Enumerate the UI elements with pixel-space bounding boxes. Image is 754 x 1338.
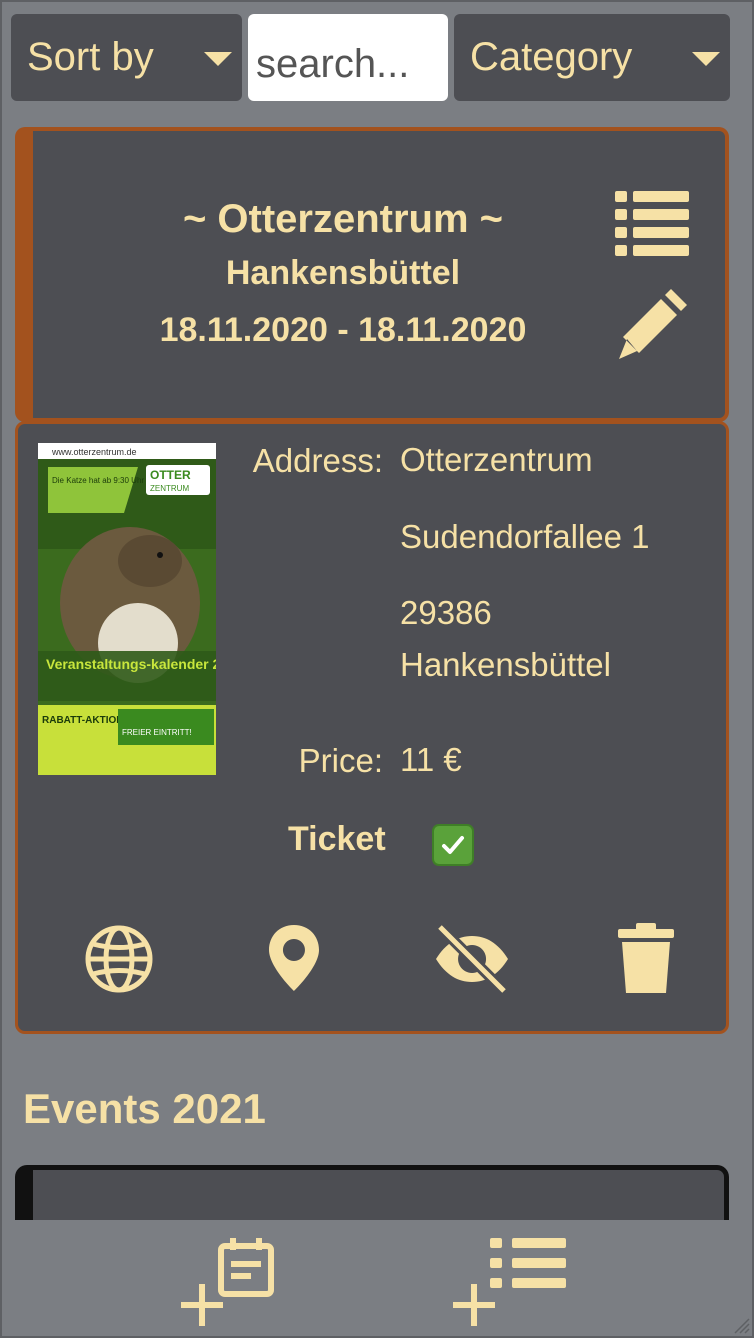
resize-grip-icon[interactable] [731, 1315, 751, 1335]
price-label: Price: [298, 742, 383, 779]
chevron-down-icon [692, 52, 720, 66]
globe-icon[interactable] [79, 919, 159, 999]
map-pin-icon[interactable] [254, 919, 334, 999]
poster-promo-right: FREIER EINTRITT! [122, 728, 192, 737]
event-title: ~ Otterzentrum ~ [182, 197, 504, 241]
ticket-checkbox[interactable] [432, 824, 474, 866]
poster-logo-bottom: ZENTRUM [150, 484, 189, 493]
ticket-label: Ticket [288, 820, 386, 858]
address-line-1: Otterzentrum [400, 441, 593, 478]
poster-url: www.otterzentrum.de [51, 447, 137, 457]
address-label: Address: [252, 442, 383, 479]
search-input[interactable] [248, 14, 448, 101]
chevron-down-icon [204, 52, 232, 66]
address-line-3: 29386 [400, 594, 492, 631]
add-calendar-icon[interactable] [178, 1234, 278, 1334]
sort-by-select[interactable]: Sort by [11, 14, 242, 101]
pencil-icon[interactable] [615, 283, 695, 363]
list-icon[interactable] [613, 185, 693, 265]
trash-icon[interactable] [606, 919, 686, 999]
poster-calendar-title: Veranstaltungs-kalender 2020 [46, 656, 216, 672]
address-line-2: Sudendorfallee 1 [400, 518, 650, 555]
section-title: Events 2021 [23, 1085, 266, 1132]
price-value: 11 € [400, 741, 462, 778]
eye-slash-icon[interactable] [432, 919, 512, 999]
event-detail-card: www.otterzentrum.de Die Katze hat ab 9:3… [15, 421, 729, 1034]
category-select[interactable]: Category [454, 14, 730, 101]
category-label: Category [470, 35, 633, 79]
checkmark-icon [442, 836, 464, 854]
event-dates: 18.11.2020 - 18.11.2020 [159, 311, 527, 349]
event-title-block: ~ Otterzentrum ~ Hankensbüttel 18.11.202… [33, 193, 653, 359]
event-header-card[interactable]: ~ Otterzentrum ~ Hankensbüttel 18.11.202… [15, 127, 729, 422]
address-line-4: Hankensbüttel [400, 646, 611, 683]
event-poster[interactable]: www.otterzentrum.de Die Katze hat ab 9:3… [38, 443, 216, 775]
add-list-icon[interactable] [450, 1234, 570, 1334]
event-city: Hankensbüttel [225, 254, 461, 292]
sort-by-label: Sort by [27, 35, 154, 79]
bottom-action-bar [0, 1220, 754, 1338]
